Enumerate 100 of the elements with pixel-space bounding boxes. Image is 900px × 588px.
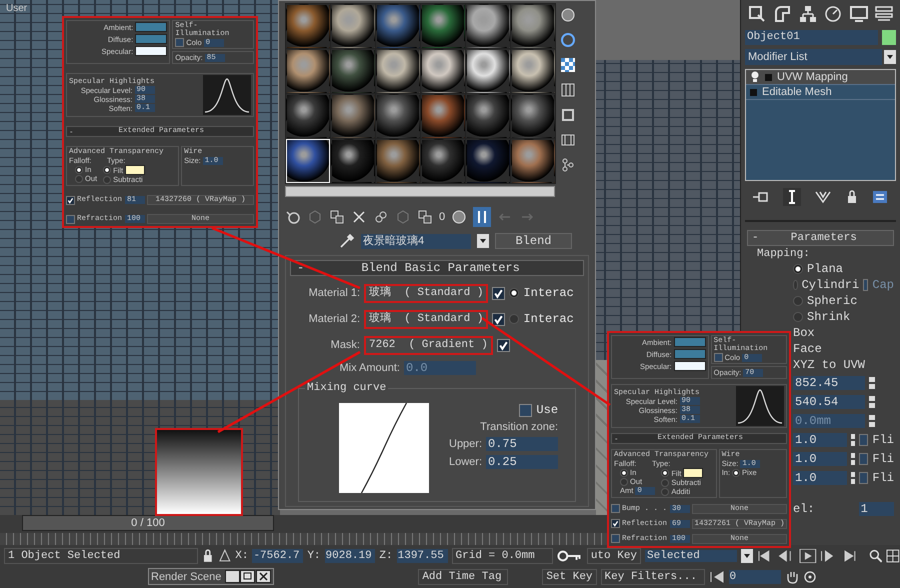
set-key-button[interactable]: Set Key	[542, 568, 597, 584]
checkbox[interactable]	[611, 519, 620, 528]
grid-icon[interactable]	[560, 82, 576, 98]
checkbox[interactable]	[859, 472, 868, 484]
i-beam-icon[interactable]	[783, 188, 802, 206]
checkbox[interactable]	[66, 214, 75, 224]
material-sample-slot[interactable]	[286, 49, 330, 93]
radio-button[interactable]	[103, 166, 112, 174]
material-sample-slot[interactable]	[421, 139, 465, 183]
color-swatch[interactable]	[135, 22, 168, 32]
spinner-arrows-icon[interactable]	[869, 396, 875, 408]
link-icon[interactable]	[373, 209, 389, 225]
material-sample-slot[interactable]	[331, 94, 375, 138]
spinner-field[interactable]: 1	[858, 502, 894, 516]
lock-icon[interactable]	[202, 548, 214, 564]
modifier-stack-item[interactable]: UVW Mapping	[746, 70, 895, 85]
spinner-arrows-icon[interactable]	[869, 415, 875, 427]
spinner-arrows-icon[interactable]	[850, 453, 856, 465]
checkbox[interactable]	[492, 286, 506, 300]
zoom-all-icon[interactable]	[886, 548, 900, 562]
frame-icon[interactable]	[560, 107, 576, 123]
hierarchy-icon[interactable]	[560, 157, 576, 173]
filter-color-swatch[interactable]	[683, 468, 704, 478]
checkbox[interactable]	[859, 434, 868, 446]
squares-icon[interactable]	[329, 209, 345, 225]
material-sample-slot[interactable]	[466, 94, 510, 138]
material-sample-slot[interactable]	[466, 49, 510, 93]
filter-color-swatch[interactable]	[125, 165, 146, 175]
radio-button[interactable]	[793, 296, 803, 306]
time-slider[interactable]: 0 / 100	[22, 515, 274, 531]
add-time-tag-button[interactable]: Add Time Tag	[418, 568, 508, 584]
coordinate-field[interactable]: 9028.19	[324, 548, 376, 562]
spinner-field[interactable]: 1.0	[793, 433, 847, 447]
fork-icon[interactable]	[814, 189, 832, 205]
radio-button[interactable]	[509, 288, 520, 298]
radio-button[interactable]	[793, 280, 798, 290]
eyedropper-icon[interactable]	[339, 233, 355, 249]
radio-button[interactable]	[732, 468, 740, 477]
checkbox[interactable]	[519, 404, 532, 416]
object-color-swatch[interactable]	[882, 30, 896, 45]
checker-icon[interactable]	[560, 57, 576, 73]
expand-toggle[interactable]	[750, 88, 757, 96]
window-controls-icon[interactable]	[225, 570, 272, 583]
material-sample-slot[interactable]	[466, 4, 510, 48]
spinner-arrows-icon[interactable]	[850, 434, 856, 446]
checkbox[interactable]	[175, 38, 184, 47]
material-id-button[interactable]: 0	[439, 211, 446, 223]
spinner-field[interactable]: 1.0	[793, 471, 847, 485]
material-sample-slot[interactable]	[376, 4, 420, 48]
color-swatch[interactable]	[674, 361, 706, 371]
material-sample-slot[interactable]	[511, 139, 555, 183]
radio-button[interactable]	[75, 166, 83, 174]
checkbox[interactable]	[496, 338, 510, 352]
material-sample-slot[interactable]	[466, 139, 510, 183]
material-sample-slot[interactable]	[421, 94, 465, 138]
spinner-field[interactable]: 540.54	[793, 395, 865, 409]
radio-button[interactable]	[75, 174, 83, 182]
spinner-arrows-icon[interactable]	[869, 377, 875, 389]
radio-button[interactable]	[509, 314, 520, 324]
viewport-label[interactable]: User	[6, 3, 28, 14]
material-sample-slot[interactable]	[511, 49, 555, 93]
film-icon[interactable]	[560, 132, 576, 148]
material-sample-slot[interactable]	[421, 49, 465, 93]
radio-button[interactable]	[103, 176, 112, 184]
material-name-dropdown[interactable]: 夜景暗玻璃4	[361, 234, 471, 248]
key-mode-dropdown[interactable]: Selected	[645, 550, 738, 562]
checkbox[interactable]	[611, 504, 620, 514]
light-bulb-icon[interactable]	[750, 71, 760, 83]
checkbox[interactable]	[714, 353, 723, 362]
radio-button[interactable]	[793, 312, 803, 322]
collapse-toggle[interactable]: -	[752, 231, 759, 245]
radio-button[interactable]	[620, 478, 628, 486]
material-sample-slot[interactable]	[511, 94, 555, 138]
checkbox[interactable]	[66, 196, 75, 204]
material-sample-slot[interactable]	[376, 49, 420, 93]
spinner-field[interactable]: 0.75	[486, 437, 558, 451]
material-sample-slot[interactable]	[331, 4, 375, 48]
modifier-stack-item[interactable]: Editable Mesh	[746, 85, 895, 100]
material-sample-slot[interactable]	[286, 139, 330, 183]
expand-toggle[interactable]	[765, 74, 772, 80]
spinner-field[interactable]: 1.0	[793, 452, 847, 466]
pan-hand-icon[interactable]	[784, 570, 799, 584]
material-sample-slot[interactable]	[376, 94, 420, 138]
color-swatch[interactable]	[674, 337, 706, 347]
coordinate-field[interactable]: -7562.7	[252, 548, 304, 562]
material-sample-slot[interactable]	[331, 49, 375, 93]
material-slot-button[interactable]: 玻璃 ( Standard )	[364, 284, 488, 302]
material-sample-slot[interactable]	[286, 94, 330, 138]
sphere-icon[interactable]	[560, 7, 576, 23]
bend-icon[interactable]	[772, 4, 792, 24]
zoom-icon[interactable]	[868, 548, 882, 562]
spinner-field[interactable]: 0.25	[486, 455, 558, 469]
color-swatch[interactable]	[674, 349, 706, 359]
current-frame-field[interactable]: 0	[728, 570, 781, 584]
auto-key-button[interactable]: uto Key	[586, 548, 642, 564]
orbit-icon[interactable]	[802, 570, 817, 584]
mask-map-button[interactable]: 7262 ( Gradient )	[364, 336, 493, 354]
key-icon[interactable]	[557, 548, 583, 562]
material-sample-slot[interactable]	[511, 4, 555, 48]
checkbox[interactable]	[859, 453, 868, 465]
